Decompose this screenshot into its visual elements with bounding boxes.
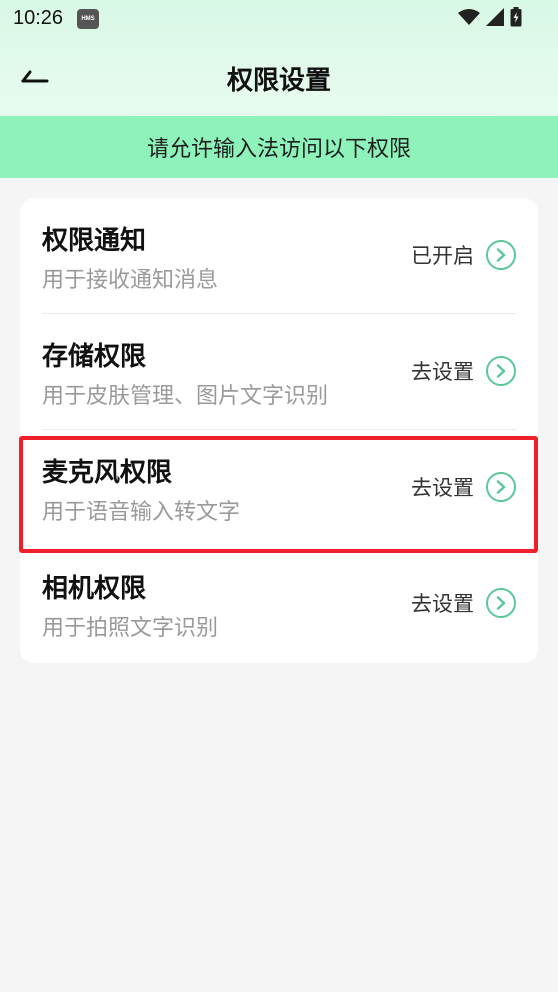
battery-icon — [510, 7, 522, 31]
permission-action[interactable]: 已开启 — [411, 240, 516, 270]
permission-title: 麦克风权限 — [42, 458, 173, 488]
permission-status: 去设置 — [411, 592, 474, 616]
permission-status: 已开启 — [411, 244, 474, 268]
permission-row-storage[interactable]: 存储权限 用于皮肤管理、图片文字识别 去设置 — [20, 314, 538, 430]
chevron-right-icon — [486, 240, 516, 270]
banner-text: 请允许输入法访问以下权限 — [146, 137, 411, 162]
status-bar: 10:26 HMS — [0, 0, 558, 40]
permission-status: 去设置 — [411, 360, 474, 384]
status-icons — [458, 7, 522, 31]
permission-title: 权限通知 — [42, 226, 147, 256]
header: 权限设置 — [0, 40, 558, 116]
status-time: 10:26 — [13, 7, 64, 29]
chevron-right-icon — [486, 588, 516, 618]
permission-action[interactable]: 去设置 — [411, 356, 516, 386]
signal-icon — [486, 8, 504, 30]
hms-badge: HMS — [77, 9, 99, 29]
wifi-icon — [458, 8, 480, 30]
permission-desc: 用于拍照文字识别 — [42, 616, 219, 641]
permission-row-microphone[interactable]: 麦克风权限 用于语音输入转文字 去设置 — [20, 430, 538, 546]
permission-action[interactable]: 去设置 — [411, 472, 516, 502]
permission-card: 权限通知 用于接收通知消息 已开启 存储权限 用于皮肤管理、图片文字识别 去设置… — [20, 198, 538, 663]
permission-status: 去设置 — [411, 476, 474, 500]
chevron-right-icon — [486, 472, 516, 502]
permission-desc: 用于接收通知消息 — [42, 268, 219, 293]
permission-action[interactable]: 去设置 — [411, 588, 516, 618]
page-title: 权限设置 — [226, 66, 331, 96]
chevron-right-icon — [486, 356, 516, 386]
permission-title: 相机权限 — [42, 574, 147, 604]
permission-row-notification[interactable]: 权限通知 用于接收通知消息 已开启 — [20, 198, 538, 314]
permission-desc: 用于皮肤管理、图片文字识别 — [42, 384, 329, 409]
permission-banner: 请允许输入法访问以下权限 — [0, 116, 558, 178]
permission-desc: 用于语音输入转文字 — [42, 500, 241, 525]
permission-title: 存储权限 — [42, 342, 147, 372]
permission-row-camera[interactable]: 相机权限 用于拍照文字识别 去设置 — [20, 546, 538, 662]
